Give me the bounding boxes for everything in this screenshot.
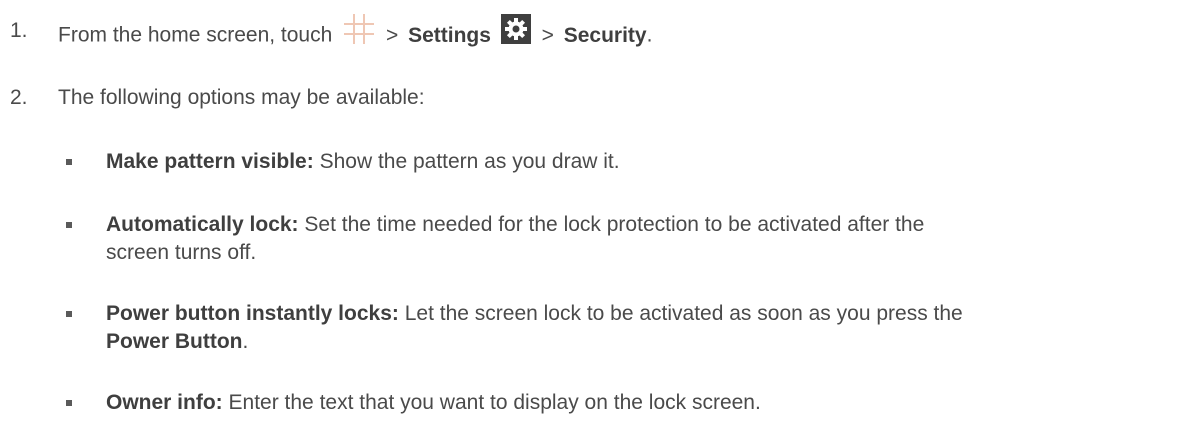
option-desc: Let the screen lock to be activated as s… — [404, 302, 963, 325]
step-1-text: From the home screen, touch > Settings >… — [58, 14, 653, 55]
option-desc: Enter the text that you want to display … — [228, 391, 761, 414]
option-title: Make pattern visible: — [106, 150, 314, 173]
option-text: Power button instantly locks: Let the sc… — [106, 300, 1191, 356]
option-desc: Show the pattern as you draw it. — [319, 150, 620, 173]
bullet — [66, 222, 72, 228]
option-title: Owner info: — [106, 391, 223, 414]
bullet — [66, 311, 72, 317]
bullet — [66, 400, 72, 406]
settings-label: Settings — [408, 23, 491, 47]
option-title: Automatically lock: — [106, 213, 299, 236]
power-button-label: Power Button — [106, 330, 243, 353]
step-2: 2. The following options may be availabl… — [0, 84, 1202, 114]
option-power-button-instantly-locks: Power button instantly locks: Let the sc… — [0, 300, 1202, 360]
option-text: Owner info: Enter the text that you want… — [106, 389, 1191, 417]
apps-grid-icon — [344, 14, 375, 52]
step-1-number: 1. — [10, 19, 28, 42]
step-2-text: The following options may be available: — [58, 86, 425, 109]
option-title: Power button instantly locks: — [106, 302, 399, 325]
step-1-separator-2: > — [541, 23, 554, 47]
step-2-number: 2. — [10, 86, 28, 109]
settings-gear-icon — [500, 14, 531, 52]
option-end: . — [242, 330, 249, 353]
option-owner-info: Owner info: Enter the text that you want… — [0, 389, 1202, 419]
option-automatically-lock: Automatically lock: Set the time needed … — [0, 211, 1202, 271]
step-1-end: . — [646, 23, 653, 47]
option-desc: Set the time needed for the lock protect… — [304, 213, 925, 236]
step-1-prefix: From the home screen, touch — [58, 23, 333, 47]
option-text: Make pattern visible: Show the pattern a… — [106, 148, 1191, 176]
security-label: Security — [563, 23, 647, 47]
option-desc-continued: screen turns off. — [106, 241, 257, 264]
option-text: Automatically lock: Set the time needed … — [106, 211, 1191, 267]
bullet — [66, 159, 72, 165]
step-1: 1. From the home screen, touch > Setting… — [0, 14, 1202, 48]
option-make-pattern-visible: Make pattern visible: Show the pattern a… — [0, 148, 1202, 178]
step-1-separator-1: > — [385, 23, 399, 47]
